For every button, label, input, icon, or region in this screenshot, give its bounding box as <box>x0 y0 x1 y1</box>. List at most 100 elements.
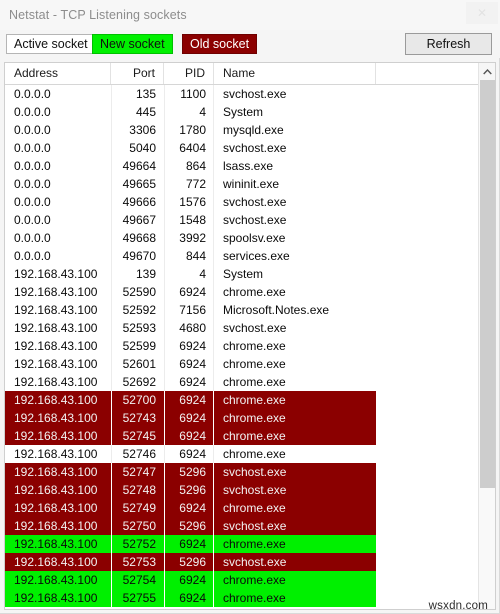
column-separator <box>213 517 214 535</box>
cell-address: 0.0.0.0 <box>14 105 51 119</box>
cell-name: svchost.exe <box>223 555 287 569</box>
new-socket-legend-button[interactable]: New socket <box>92 34 173 54</box>
old-socket-legend-button[interactable]: Old socket <box>182 34 258 54</box>
table-row[interactable]: 192.168.43.100 52692 6924 chrome.exe <box>5 373 495 391</box>
column-separator <box>111 571 112 589</box>
table-row[interactable]: 0.0.0.0 135 1100 svchost.exe <box>5 85 495 103</box>
column-separator <box>164 247 165 265</box>
column-header-port[interactable]: Port <box>111 63 164 84</box>
cell-address: 192.168.43.100 <box>14 339 98 353</box>
table-row[interactable]: 192.168.43.100 52746 6924 chrome.exe <box>5 445 495 463</box>
table-row[interactable]: 0.0.0.0 49665 772 wininit.exe <box>5 175 495 193</box>
table-row[interactable]: 0.0.0.0 5040 6404 svchost.exe <box>5 139 495 157</box>
cell-name: spoolsv.exe <box>223 231 286 245</box>
scrollbar-track[interactable] <box>479 80 495 609</box>
cell-name: svchost.exe <box>223 483 287 497</box>
column-separator <box>164 157 165 175</box>
table-row[interactable]: 0.0.0.0 445 4 System <box>5 103 495 121</box>
cell-pid: 1576 <box>179 195 206 209</box>
column-separator <box>213 247 214 265</box>
cell-pid: 7156 <box>179 303 206 317</box>
column-header-pid[interactable]: PID <box>164 63 214 84</box>
column-separator <box>111 229 112 247</box>
table-row[interactable]: 0.0.0.0 49668 3992 spoolsv.exe <box>5 229 495 247</box>
watermark: wsxdn.com <box>428 600 488 612</box>
cell-name: chrome.exe <box>223 411 286 425</box>
table-row[interactable]: 192.168.43.100 52747 5296 svchost.exe <box>5 463 495 481</box>
cell-address: 0.0.0.0 <box>14 159 51 173</box>
table-row[interactable]: 192.168.43.100 52750 5296 svchost.exe <box>5 517 495 535</box>
cell-pid: 6924 <box>179 375 206 389</box>
column-separator <box>213 265 214 283</box>
active-socket-legend-button[interactable]: Active socket <box>6 34 96 54</box>
column-separator <box>111 103 112 121</box>
cell-port: 52752 <box>122 537 156 551</box>
close-icon[interactable]: ✕ <box>466 2 498 24</box>
cell-name: chrome.exe <box>223 339 286 353</box>
column-separator <box>111 535 112 553</box>
cell-name: chrome.exe <box>223 501 286 515</box>
column-separator <box>164 589 165 607</box>
column-separator <box>164 175 165 193</box>
column-separator <box>164 283 165 301</box>
table-row[interactable]: 0.0.0.0 49670 844 services.exe <box>5 247 495 265</box>
cell-port: 49668 <box>122 231 156 245</box>
column-separator <box>111 85 112 103</box>
cell-address: 0.0.0.0 <box>14 195 51 209</box>
column-separator <box>213 589 214 607</box>
cell-pid: 4680 <box>179 321 206 335</box>
cell-pid: 4 <box>199 105 206 119</box>
column-separator <box>111 481 112 499</box>
cell-name: lsass.exe <box>223 159 274 173</box>
column-separator <box>111 337 112 355</box>
column-separator <box>164 211 165 229</box>
column-separator <box>213 157 214 175</box>
table-row[interactable]: 192.168.43.100 52755 6924 chrome.exe <box>5 589 495 607</box>
scrollbar-thumb[interactable] <box>480 80 495 488</box>
vertical-scrollbar[interactable] <box>478 63 495 609</box>
table-row[interactable]: 192.168.43.100 52752 6924 chrome.exe <box>5 535 495 553</box>
scroll-up-button[interactable] <box>479 63 495 80</box>
cell-pid: 6924 <box>179 501 206 515</box>
cell-pid: 864 <box>185 159 206 173</box>
table-row[interactable]: 0.0.0.0 49666 1576 svchost.exe <box>5 193 495 211</box>
table-row[interactable]: 192.168.43.100 52593 4680 svchost.exe <box>5 319 495 337</box>
column-separator <box>213 319 214 337</box>
column-separator <box>164 229 165 247</box>
table-row[interactable]: 192.168.43.100 52700 6924 chrome.exe <box>5 391 495 409</box>
cell-pid: 4 <box>199 267 206 281</box>
table-row[interactable]: 0.0.0.0 49667 1548 svchost.exe <box>5 211 495 229</box>
column-separator <box>164 121 165 139</box>
table-row[interactable]: 0.0.0.0 49664 864 lsass.exe <box>5 157 495 175</box>
cell-address: 192.168.43.100 <box>14 447 98 461</box>
refresh-button[interactable]: Refresh <box>405 33 492 55</box>
table-row[interactable]: 192.168.43.100 52749 6924 chrome.exe <box>5 499 495 517</box>
column-separator <box>164 463 165 481</box>
table-row[interactable]: 192.168.43.100 52592 7156 Microsoft.Notes.e… <box>5 301 495 319</box>
cell-address: 192.168.43.100 <box>14 267 98 281</box>
table-row[interactable]: 192.168.43.100 52745 6924 chrome.exe <box>5 427 495 445</box>
column-separator <box>213 211 214 229</box>
column-separator <box>164 445 165 463</box>
column-separator <box>213 373 214 391</box>
table-row[interactable]: 192.168.43.100 52590 6924 chrome.exe <box>5 283 495 301</box>
table-row[interactable]: 192.168.43.100 52743 6924 chrome.exe <box>5 409 495 427</box>
table-row[interactable]: 192.168.43.100 52601 6924 chrome.exe <box>5 355 495 373</box>
cell-port: 52601 <box>122 357 156 371</box>
table-row[interactable]: 0.0.0.0 3306 1780 mysqld.exe <box>5 121 495 139</box>
cell-port: 52593 <box>122 321 156 335</box>
column-header-address[interactable]: Address <box>5 63 111 84</box>
cell-pid: 6924 <box>179 411 206 425</box>
column-separator <box>164 373 165 391</box>
column-separator <box>213 301 214 319</box>
table-row[interactable]: 192.168.43.100 52599 6924 chrome.exe <box>5 337 495 355</box>
table-row[interactable]: 192.168.43.100 139 4 System <box>5 265 495 283</box>
table-row[interactable]: 192.168.43.100 52748 5296 svchost.exe <box>5 481 495 499</box>
column-separator <box>111 139 112 157</box>
table-row[interactable]: 192.168.43.100 52754 6924 chrome.exe <box>5 571 495 589</box>
cell-pid: 6924 <box>179 429 206 443</box>
column-header-name[interactable]: Name <box>214 63 376 84</box>
column-separator <box>213 229 214 247</box>
table-row[interactable]: 192.168.43.100 52753 5296 svchost.exe <box>5 553 495 571</box>
column-separator <box>213 193 214 211</box>
